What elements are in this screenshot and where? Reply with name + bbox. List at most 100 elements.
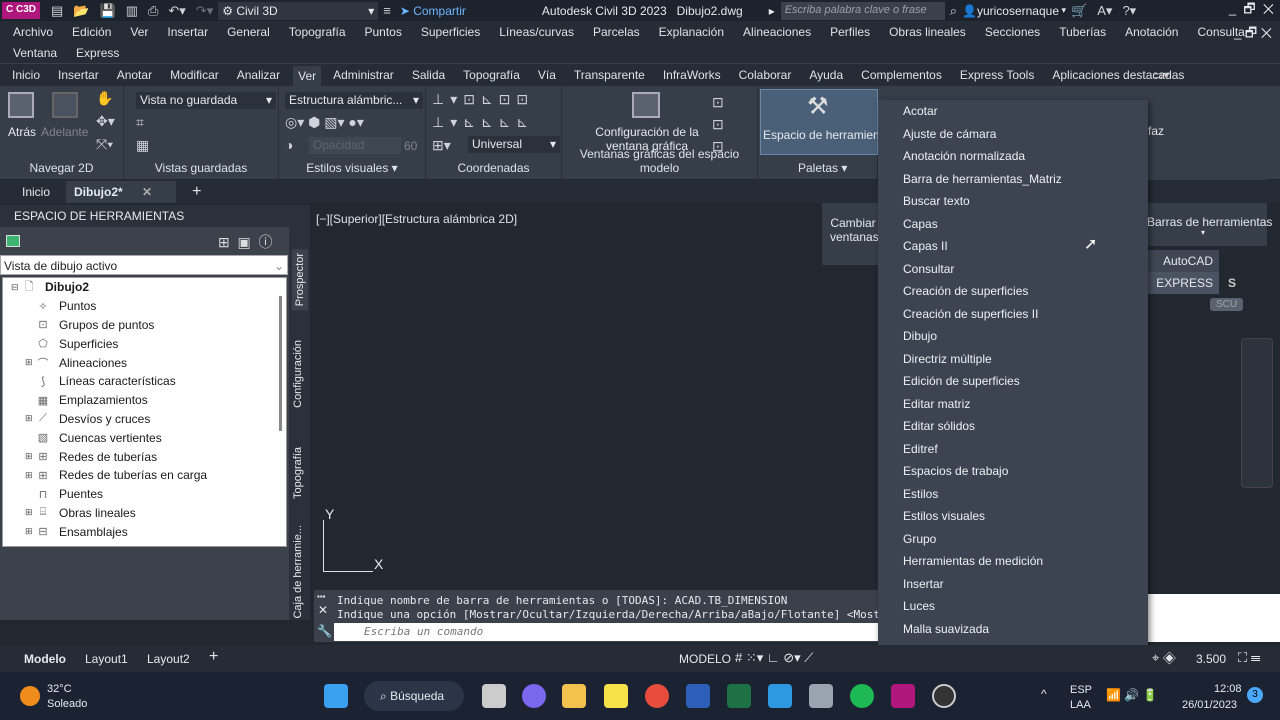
- close-icon[interactable]: ✕: [142, 185, 152, 199]
- menu-item[interactable]: Alineaciones: [743, 25, 811, 39]
- context-menu-item[interactable]: Barra de herramientas_Matriz: [878, 168, 1148, 191]
- tree-item[interactable]: ⊞ ⌸ Obras lineales: [3, 504, 286, 523]
- tree-item[interactable]: ⊡ Grupos de puntos: [3, 316, 286, 335]
- visual-style-select[interactable]: Estructura alámbric... ▾: [285, 92, 423, 109]
- expand-icon[interactable]: ⊞: [25, 470, 35, 481]
- annotation-scale[interactable]: 3.500: [1196, 652, 1226, 666]
- ribbon-tab[interactable]: Transparente: [574, 68, 645, 82]
- expand-icon[interactable]: ⊞: [25, 526, 35, 537]
- tree-item[interactable]: ⊓ Puentes: [3, 485, 286, 504]
- menu-item[interactable]: Secciones: [985, 25, 1040, 39]
- chrome-icon[interactable]: [645, 684, 669, 708]
- context-menu-item[interactable]: Luces: [878, 595, 1148, 618]
- context-menu-item[interactable]: Editar sólidos: [878, 415, 1148, 438]
- expand-icon[interactable]: ⊟: [11, 282, 21, 293]
- toolspace-button[interactable]: ⚒ Espacio de herramienta: [760, 89, 890, 155]
- help-icon[interactable]: ⓘ: [259, 234, 273, 250]
- clock-time[interactable]: 12:08: [1214, 683, 1242, 695]
- help-icon[interactable]: ?▾: [1122, 3, 1136, 19]
- plot-icon[interactable]: ⎙: [148, 3, 158, 19]
- visual-style-icons[interactable]: ◎▾ ⬢ ▧▾ ●▾: [285, 114, 364, 131]
- ribbon-tab[interactable]: InfraWorks: [663, 68, 721, 82]
- vtab-configuracion[interactable]: Configuración: [292, 340, 304, 408]
- ucs-icons-row2[interactable]: ⊥▾⊾⊾⊾⊾: [432, 114, 534, 131]
- tree-item[interactable]: ⟆ Líneas características: [3, 372, 286, 391]
- ribbon-tab[interactable]: Insertar: [58, 68, 99, 82]
- new-tab-button[interactable]: +: [192, 183, 201, 201]
- tab-layout1[interactable]: Layout1: [85, 652, 128, 666]
- saveas-icon[interactable]: ▥: [126, 3, 138, 19]
- context-menu-item[interactable]: Anotación normalizada: [878, 145, 1148, 168]
- menu-item[interactable]: Insertar: [167, 25, 208, 39]
- calculator-icon[interactable]: [809, 684, 833, 708]
- app-logo[interactable]: C C3D: [2, 2, 41, 19]
- menu-item[interactable]: Explanación: [659, 25, 724, 39]
- ribbon-tab[interactable]: Topografía: [463, 68, 520, 82]
- menu-item[interactable]: Topografía: [289, 25, 346, 39]
- context-menu-item[interactable]: Directriz múltiple: [878, 348, 1148, 371]
- tree-item[interactable]: ⊞ ⊞ Redes de tuberías: [3, 447, 286, 466]
- tray-chevron-icon[interactable]: ^: [1041, 687, 1047, 701]
- context-menu-item[interactable]: Acotar: [878, 100, 1148, 123]
- expand-icon[interactable]: ⊞: [25, 451, 35, 462]
- language[interactable]: ESP: [1070, 684, 1092, 696]
- menu-item[interactable]: Puntos: [365, 25, 402, 39]
- toolspace-icon[interactable]: [6, 235, 20, 247]
- panel-label[interactable]: Paletas ▾: [798, 161, 877, 175]
- context-menu-item[interactable]: Buscar texto: [878, 190, 1148, 213]
- tree-item[interactable]: ⊟ 🗋 Dibujo2: [3, 278, 286, 297]
- open-icon[interactable]: 📂: [73, 3, 89, 19]
- view-list-icon[interactable]: ▦: [136, 137, 149, 154]
- ribbon-tab[interactable]: Complementos: [861, 68, 942, 82]
- context-menu-item[interactable]: Insertar: [878, 573, 1148, 596]
- autodesk-icon[interactable]: A▾: [1097, 3, 1112, 19]
- new-icon[interactable]: ▤: [51, 3, 63, 19]
- expand-icon[interactable]: ⊞: [25, 357, 35, 368]
- viewport-config-icon[interactable]: [632, 92, 660, 118]
- viewport-label[interactable]: [−][Superior][Estructura alámbrica 2D]: [316, 212, 517, 226]
- model-space-button[interactable]: MODELO: [679, 652, 731, 666]
- expand-icon[interactable]: ⊞: [25, 507, 35, 518]
- menu-item[interactable]: Superficies: [421, 25, 480, 39]
- menu-item[interactable]: Perfiles: [830, 25, 870, 39]
- redo-icon[interactable]: ↷▾: [196, 3, 213, 19]
- context-menu-item[interactable]: Dibujo: [878, 325, 1148, 348]
- menu-item[interactable]: Obras lineales: [889, 25, 966, 39]
- tab-layout2[interactable]: Layout2: [147, 652, 190, 666]
- expand-icon[interactable]: ⊞: [25, 413, 35, 424]
- start-icon[interactable]: [324, 684, 348, 708]
- express-item[interactable]: EXPRESS: [1147, 272, 1219, 294]
- vtab-caja-herramientas[interactable]: Caja de herramie...: [292, 525, 304, 619]
- grip-icon[interactable]: ▪▪▪: [317, 592, 326, 601]
- civil3d-icon[interactable]: [891, 684, 915, 708]
- close-icon[interactable]: ✕: [318, 603, 328, 617]
- file-explorer-icon[interactable]: [562, 684, 586, 708]
- context-menu-item[interactable]: Editar matriz: [878, 393, 1148, 416]
- context-menu-item[interactable]: Editref: [878, 438, 1148, 461]
- ribbon-tab[interactable]: Ayuda: [809, 68, 843, 82]
- ribbon-tab[interactable]: Analizar: [237, 68, 280, 82]
- sticky-notes-icon[interactable]: [604, 684, 628, 708]
- tab-dibujo2[interactable]: Dibujo2* ✕: [66, 180, 177, 203]
- back-button[interactable]: Atrás: [8, 125, 36, 139]
- cart-icon[interactable]: 🛒: [1071, 3, 1087, 19]
- weather-icon[interactable]: [20, 686, 40, 706]
- notification-badge[interactable]: 3: [1247, 687, 1263, 703]
- spotify-icon[interactable]: [850, 684, 874, 708]
- ribbon-tab[interactable]: Express Tools: [960, 68, 1034, 82]
- save-icon[interactable]: 💾: [100, 3, 116, 19]
- drafting-tools-icons[interactable]: # ⁙▾ ∟ ⊘▾ ⟋: [735, 650, 813, 666]
- ucs-menu[interactable]: SCU: [1210, 298, 1244, 311]
- user-menu[interactable]: yuricosernaque: [977, 4, 1059, 18]
- back-icon[interactable]: [8, 92, 34, 118]
- workspace-select[interactable]: ⚙ Civil 3D ▾: [218, 1, 379, 20]
- fullscreen-menu-icons[interactable]: ⛶ ☰: [1238, 650, 1260, 666]
- tree-item[interactable]: ⊞ ⌒ Alineaciones: [3, 353, 286, 372]
- ribbon-tab[interactable]: Salida: [412, 68, 445, 82]
- panel-label[interactable]: Estilos visuales ▾: [279, 161, 425, 175]
- menu-item[interactable]: Edición: [72, 25, 111, 39]
- saved-view-select[interactable]: Vista no guardada ▾: [136, 92, 276, 109]
- context-menu-item[interactable]: Malla suavizada: [878, 618, 1148, 641]
- tree-item[interactable]: ⊞ ⊞ Redes de tuberías en carga: [3, 466, 286, 485]
- navigation-bar[interactable]: [1241, 338, 1273, 488]
